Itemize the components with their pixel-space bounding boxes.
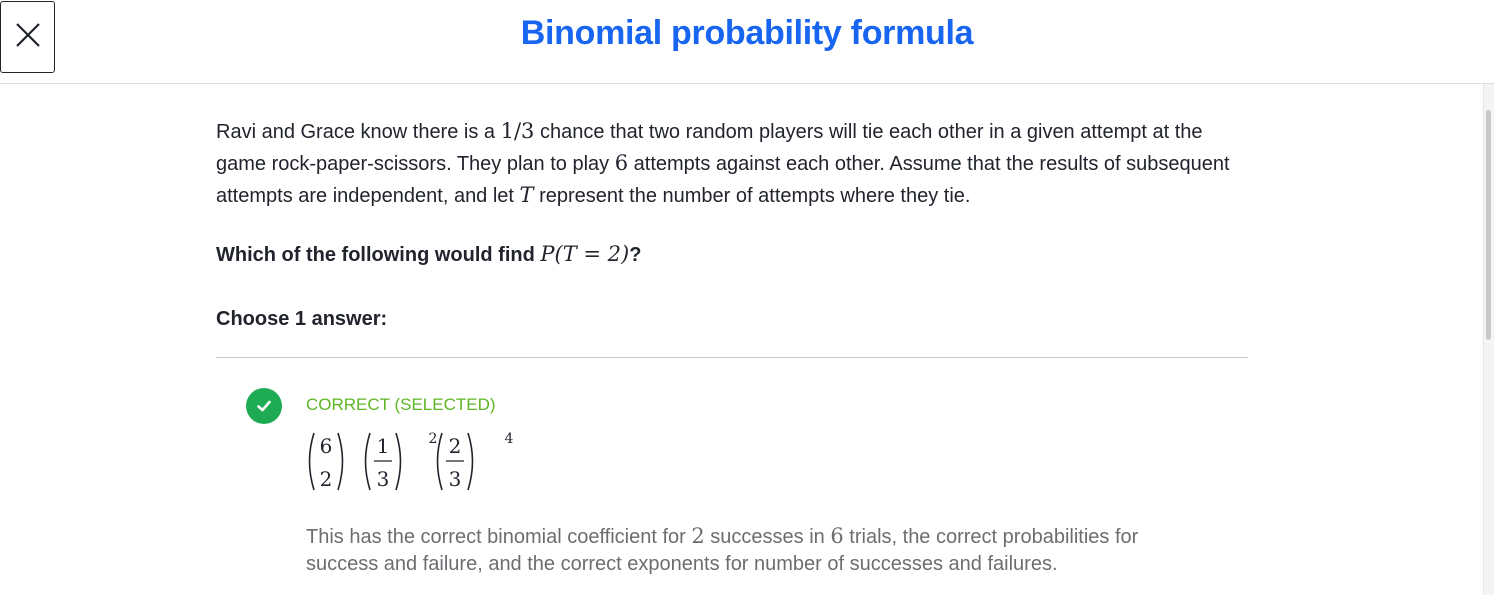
math-fraction: 1/3 [500,119,535,143]
exponent2: 4 [505,431,514,447]
exponent1: 2 [429,431,438,447]
problem-text: Ravi and Grace know there is a [216,121,501,143]
scrollbar[interactable] [1483,84,1494,595]
page-title: Binomial probability formula [520,14,974,52]
header-bar: Binomial probability formula [0,0,1494,84]
binom-top: 6 [320,434,333,458]
fraction1-denominator: 3 [377,467,390,491]
math-variable: T [519,183,534,207]
explanation-text: This has the correct binomial coefficien… [306,526,692,548]
math-number: 6 [830,524,844,548]
question-prompt: Which of the following would find P(T = … [216,242,641,267]
math-number: 2 [691,524,705,548]
answer-explanation: This has the correct binomial coefficien… [306,523,1206,578]
problem-statement: Ravi and Grace know there is a 1/3 chanc… [216,116,1256,212]
choose-label: Choose 1 answer: [216,308,388,330]
explanation-text: successes in [704,526,831,548]
math-expression: P(T = 2) [540,242,630,266]
binomial-formula: 6 2 1 3 2 2 3 4 [308,431,514,491]
binom-bottom: 2 [320,467,333,491]
divider [216,357,1248,358]
question-text: Which of the following would find [216,244,541,266]
math-number: 6 [614,151,629,175]
correct-check-icon [246,388,282,424]
answer-status: CORRECT (SELECTED) [306,395,496,414]
fraction2-numerator: 2 [449,434,462,458]
fraction2-denominator: 3 [449,467,462,491]
scrollbar-thumb[interactable] [1486,110,1491,340]
question-text: ? [629,244,642,266]
fraction1-numerator: 1 [377,434,390,458]
problem-text: represent the number of attempts where t… [533,185,971,207]
